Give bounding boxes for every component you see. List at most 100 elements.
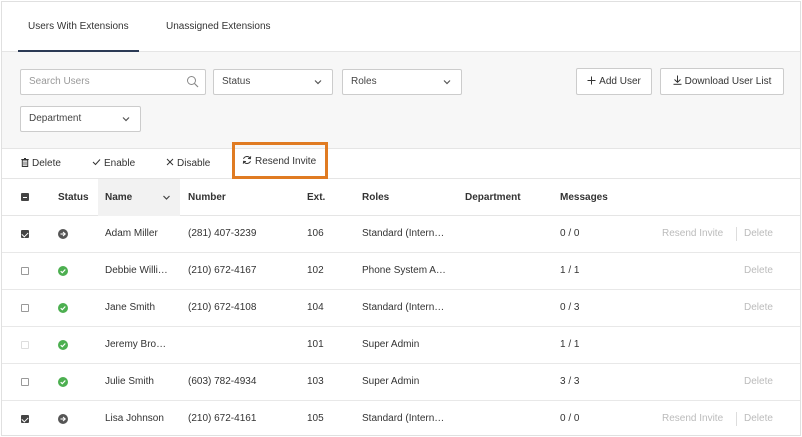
- download-user-list-button[interactable]: Download User List: [660, 68, 784, 95]
- tab-bar: Users With Extensions Unassigned Extensi…: [2, 2, 800, 52]
- table-row[interactable]: Adam Miller (281) 407-3239 106 Standard (In…: [2, 216, 800, 253]
- roles-dropdown[interactable]: Roles: [342, 69, 462, 95]
- search-input[interactable]: Search Users: [20, 69, 206, 95]
- tab-unassigned-extensions[interactable]: Unassigned Extensions: [166, 2, 271, 52]
- bulk-resend-invite-label: Resend Invite: [255, 156, 317, 167]
- bulk-resend-invite-button[interactable]: Resend Invite: [232, 142, 328, 179]
- bulk-disable-button[interactable]: Disable: [166, 149, 210, 179]
- status-active-icon: [58, 340, 68, 350]
- row-checkbox[interactable]: [21, 230, 29, 238]
- user-ext: 104: [307, 302, 324, 313]
- status-active-icon: [58, 266, 68, 276]
- user-role: Standard (Intern…: [362, 302, 445, 313]
- user-name[interactable]: Jeremy Bro…: [105, 327, 177, 363]
- table-header: Status Name Number Ext. Roles Department…: [2, 179, 800, 216]
- check-icon: [92, 159, 101, 166]
- table-row[interactable]: Jane Smith (210) 672-4108 104 Standard (Int…: [2, 290, 800, 327]
- bulk-disable-label: Disable: [177, 158, 211, 169]
- user-number: (210) 672-4161: [188, 413, 257, 424]
- row-resend-invite-button[interactable]: Resend Invite: [662, 216, 723, 252]
- refresh-icon: [242, 156, 252, 165]
- search-placeholder: Search Users: [29, 76, 90, 87]
- department-dropdown-label: Department: [29, 113, 82, 124]
- close-icon: [166, 159, 174, 166]
- row-delete-button[interactable]: Delete: [744, 364, 773, 400]
- table-row[interactable]: Jeremy Bro… 101 Super Admin 1 / 1: [2, 327, 800, 364]
- table-row[interactable]: Lisa Johnson (210) 672-4161 105 Standard (I…: [2, 401, 800, 435]
- bulk-delete-button[interactable]: Delete: [21, 149, 61, 179]
- column-messages[interactable]: Messages: [560, 179, 608, 216]
- column-roles[interactable]: Roles: [362, 179, 389, 216]
- chevron-down-icon: [314, 80, 322, 85]
- status-active-icon: [58, 377, 68, 387]
- user-name[interactable]: Jane Smith: [105, 290, 177, 326]
- bulk-enable-label: Enable: [104, 158, 136, 169]
- user-ext: 105: [307, 413, 324, 424]
- user-number: (210) 672-4108: [188, 302, 257, 313]
- table-row[interactable]: Debbie Willi… (210) 672-4167 102 Phone Syst…: [2, 253, 800, 290]
- status-pending-icon: [58, 414, 68, 424]
- tab-users-with-extensions[interactable]: Users With Extensions: [18, 2, 139, 52]
- user-ext: 106: [307, 228, 324, 239]
- row-checkbox[interactable]: [21, 415, 29, 423]
- table-row[interactable]: Julie Smith (603) 782-4934 103 Super Admin 3…: [2, 364, 800, 401]
- row-resend-invite-button[interactable]: Resend Invite: [662, 401, 723, 435]
- bulk-delete-label: Delete: [32, 158, 61, 169]
- action-separator: [736, 227, 737, 241]
- status-active-icon: [58, 303, 68, 313]
- user-number: (281) 407-3239: [188, 228, 257, 239]
- row-delete-button[interactable]: Delete: [744, 216, 773, 252]
- add-user-label: Add User: [599, 76, 641, 87]
- row-delete-button[interactable]: Delete: [744, 290, 773, 326]
- user-name[interactable]: Julie Smith: [105, 364, 177, 400]
- user-role: Super Admin: [362, 376, 420, 387]
- download-icon: [673, 75, 682, 86]
- column-status[interactable]: Status: [58, 179, 89, 216]
- user-role: Standard (Intern…: [362, 228, 445, 239]
- status-dropdown-label: Status: [222, 76, 251, 87]
- download-user-list-label: Download User List: [684, 76, 772, 87]
- users-panel: Users With Extensions Unassigned Extensi…: [1, 1, 801, 436]
- action-separator: [736, 412, 737, 426]
- column-name[interactable]: Name: [105, 179, 132, 216]
- user-ext: 102: [307, 265, 324, 276]
- user-name[interactable]: Debbie Willi…: [105, 253, 177, 289]
- user-ext: 103: [307, 376, 324, 387]
- user-name[interactable]: Adam Miller: [105, 216, 177, 252]
- chevron-down-icon: [122, 117, 130, 122]
- roles-dropdown-label: Roles: [351, 76, 377, 87]
- status-pending-icon: [58, 229, 68, 239]
- user-number: (603) 782-4934: [188, 376, 257, 387]
- user-name[interactable]: Lisa Johnson: [105, 401, 177, 435]
- row-checkbox[interactable]: [21, 378, 29, 386]
- user-number: [188, 327, 298, 363]
- user-ext: 101: [307, 339, 324, 350]
- filter-bar: Search Users Status Roles Department Add…: [2, 52, 800, 149]
- column-number[interactable]: Number: [188, 179, 226, 216]
- row-checkbox[interactable]: [21, 304, 29, 312]
- user-messages: 0 / 3: [560, 302, 580, 313]
- bulk-action-bar: Delete Enable Disable Resend Invite: [2, 142, 800, 179]
- row-delete-button[interactable]: Delete: [744, 401, 773, 435]
- user-messages: 0 / 0: [560, 413, 580, 424]
- trash-icon: [21, 157, 29, 167]
- search-icon: [187, 76, 199, 88]
- status-dropdown[interactable]: Status: [213, 69, 333, 95]
- plus-icon: [587, 76, 596, 85]
- select-all-checkbox[interactable]: [21, 193, 29, 201]
- add-user-button[interactable]: Add User: [576, 68, 652, 95]
- department-dropdown[interactable]: Department: [20, 106, 141, 132]
- chevron-down-icon[interactable]: [162, 193, 171, 202]
- row-checkbox[interactable]: [21, 267, 29, 275]
- user-number: (210) 672-4167: [188, 265, 257, 276]
- user-role: Standard (Intern…: [362, 413, 445, 424]
- user-messages: 1 / 1: [560, 265, 580, 276]
- user-role: Phone System A…: [362, 265, 446, 276]
- bulk-enable-button[interactable]: Enable: [92, 149, 135, 179]
- column-department[interactable]: Department: [465, 179, 521, 216]
- user-role: Super Admin: [362, 339, 420, 350]
- user-messages: 0 / 0: [560, 228, 580, 239]
- user-messages: 3 / 3: [560, 376, 580, 387]
- row-delete-button[interactable]: Delete: [744, 253, 773, 289]
- column-ext[interactable]: Ext.: [307, 179, 325, 216]
